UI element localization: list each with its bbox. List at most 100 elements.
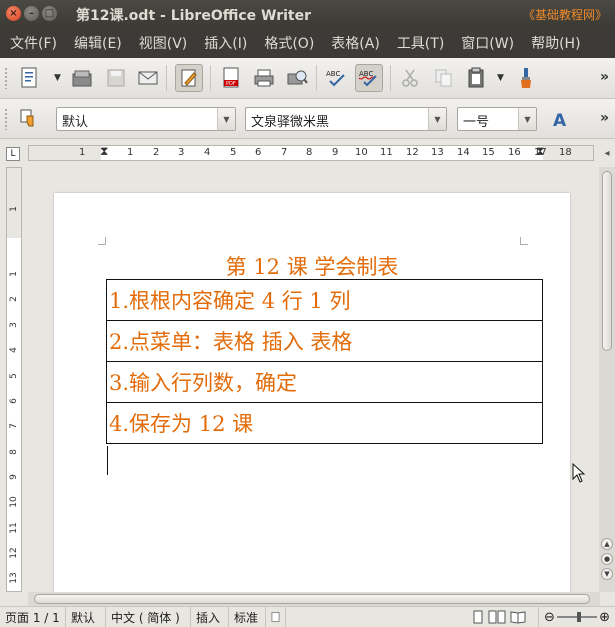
paragraph-style-dropdown[interactable]: ▼ [217, 108, 235, 130]
toolbar-overflow-button[interactable]: » [600, 110, 609, 126]
single-page-view-icon[interactable] [472, 610, 484, 624]
font-name-dropdown[interactable]: ▼ [428, 108, 446, 130]
vertical-scrollbar[interactable]: ▲ ● ▼ [599, 167, 615, 592]
menu-edit[interactable]: 编辑(E) [68, 33, 128, 53]
save-button[interactable] [102, 64, 130, 92]
font-name-value: 文泉驿微米黑 [251, 115, 330, 130]
paste-dropdown-arrow[interactable]: ▼ [497, 73, 504, 83]
ruler-scroll-icon[interactable]: ◂ [599, 145, 615, 161]
menu-tools[interactable]: 工具(T) [391, 33, 450, 53]
ruler-tick: 3 [178, 147, 185, 158]
horizontal-scroll-thumb[interactable] [34, 594, 590, 604]
status-bar: 页面 1 / 1 默认 中文 ( 简体 ) 插入 标准 ⊖ ⊕ [0, 606, 615, 627]
font-name-combo[interactable]: 文泉驿微米黑 ▼ [245, 107, 447, 131]
maximize-window-button[interactable]: □ [42, 6, 57, 21]
minimize-window-button[interactable]: – [24, 6, 39, 21]
table-cell[interactable]: 2.点菜单：表格 插入 表格 [106, 320, 543, 362]
formatting-toolbar: 默认 ▼ 文泉驿微米黑 ▼ 一号 ▼ A » [0, 99, 615, 139]
new-document-icon [21, 67, 37, 88]
zoom-out-button[interactable]: ⊖ [544, 610, 555, 625]
menu-table[interactable]: 表格(A) [325, 33, 386, 53]
paragraph-style-combo[interactable]: 默认 ▼ [56, 107, 236, 131]
document-heading[interactable]: 第 12 课 学会制表 [54, 251, 570, 281]
zoom-in-button[interactable]: ⊕ [599, 610, 610, 625]
ruler-tick: 15 [482, 147, 495, 158]
paintbrush-icon [521, 68, 531, 88]
new-document-button[interactable] [16, 64, 44, 92]
close-window-button[interactable]: × [6, 6, 21, 21]
document-canvas[interactable]: 第 12 课 学会制表 1.根根内容确定 4 行 1 列 2.点菜单：表格 插入… [28, 167, 600, 592]
table-cell[interactable]: 4.保存为 12 课 [106, 402, 543, 444]
ruler-tick: 3 [9, 322, 19, 328]
clone-formatting-button[interactable] [512, 64, 540, 92]
navigator-button[interactable]: ● [601, 553, 613, 565]
window-titlebar: × – □ 第12课.odt - LibreOffice Writer 《基础教… [0, 0, 615, 28]
selection-mode-indicator[interactable]: 标准 [229, 607, 266, 627]
menu-window[interactable]: 窗口(W) [455, 33, 520, 53]
zoom-slider[interactable] [556, 612, 598, 622]
view-layout-buttons [467, 607, 539, 627]
font-a-icon: A [553, 111, 567, 129]
table-cell[interactable]: 3.输入行列数，确定 [106, 361, 543, 403]
paste-button[interactable] [462, 64, 490, 92]
document-modified-icon[interactable] [266, 607, 286, 627]
next-page-button[interactable]: ▼ [601, 568, 613, 580]
menu-help[interactable]: 帮助(H) [525, 33, 586, 53]
edit-mode-button[interactable] [175, 64, 203, 92]
insert-mode-indicator[interactable]: 插入 [191, 607, 229, 627]
toolbar-grip[interactable] [4, 67, 8, 89]
toolbar-overflow-button[interactable]: » [600, 69, 609, 85]
page-style[interactable]: 默认 [66, 607, 106, 627]
clipboard-icon [468, 67, 484, 88]
ruler-tick: 1 [9, 271, 19, 277]
ruler-tick: 11 [380, 147, 393, 158]
book-view-icon[interactable] [510, 610, 526, 624]
left-indent-marker[interactable]: ⧗ [100, 144, 108, 159]
vertical-scroll-thumb[interactable] [602, 171, 612, 351]
ruler-tick: 9 [9, 474, 19, 480]
menu-view[interactable]: 视图(V) [133, 33, 194, 53]
table-cell[interactable]: 1.根根内容确定 4 行 1 列 [106, 279, 543, 321]
multi-page-view-icon[interactable] [488, 610, 506, 624]
document-page[interactable]: 第 12 课 学会制表 1.根根内容确定 4 行 1 列 2.点菜单：表格 插入… [54, 193, 570, 592]
ruler-tick: 4 [204, 147, 211, 158]
horizontal-scrollbar[interactable] [28, 592, 600, 606]
autospellcheck-button[interactable]: ABC [355, 64, 383, 92]
open-button[interactable] [68, 64, 96, 92]
cut-button[interactable] [396, 64, 424, 92]
email-button[interactable] [134, 64, 162, 92]
right-indent-marker[interactable]: ⧗ [536, 144, 544, 159]
fontwork-button[interactable]: A [547, 105, 575, 133]
ruler-tick: 5 [9, 373, 19, 379]
tab-type-selector[interactable]: L [6, 147, 20, 161]
table-row: 4.保存为 12 课 [106, 402, 543, 444]
text-boundary-mark [520, 237, 528, 245]
horizontal-ruler[interactable]: 1 1 2 3 4 5 6 7 8 9 10 11 12 13 14 15 16… [28, 144, 594, 161]
previous-page-button[interactable]: ▲ [601, 538, 613, 550]
ruler-tick: 7 [9, 423, 19, 429]
print-button[interactable] [250, 64, 278, 92]
menu-insert[interactable]: 插入(I) [198, 33, 253, 53]
language-indicator[interactable]: 中文 ( 简体 ) [106, 607, 191, 627]
scissors-icon [402, 69, 418, 87]
font-size-combo[interactable]: 一号 ▼ [457, 107, 537, 131]
toolbar-grip[interactable] [4, 108, 8, 130]
styles-formatting-button[interactable] [16, 105, 44, 133]
svg-text:A: A [553, 111, 567, 129]
font-size-dropdown[interactable]: ▼ [518, 108, 536, 130]
svg-text:PDF: PDF [226, 81, 236, 87]
copy-button[interactable] [430, 64, 458, 92]
ruler-tick: 4 [9, 347, 19, 353]
new-dropdown-arrow[interactable]: ▼ [54, 73, 61, 83]
print-preview-button[interactable] [283, 64, 311, 92]
vertical-ruler[interactable]: 1 1 2 3 4 5 6 7 8 9 10 11 12 13 [6, 167, 22, 592]
ruler-tick: 11 [9, 522, 19, 534]
spellcheck-button[interactable]: ABC [322, 64, 350, 92]
svg-text:ABC: ABC [359, 70, 373, 78]
menu-format[interactable]: 格式(O) [258, 33, 320, 53]
menu-file[interactable]: 文件(F) [4, 33, 63, 53]
document-table[interactable]: 1.根根内容确定 4 行 1 列 2.点菜单：表格 插入 表格 3.输入行列数，… [106, 279, 543, 444]
zoom-slider-thumb[interactable] [576, 612, 581, 622]
page-count[interactable]: 页面 1 / 1 [0, 607, 66, 627]
export-pdf-button[interactable]: PDF [217, 64, 245, 92]
